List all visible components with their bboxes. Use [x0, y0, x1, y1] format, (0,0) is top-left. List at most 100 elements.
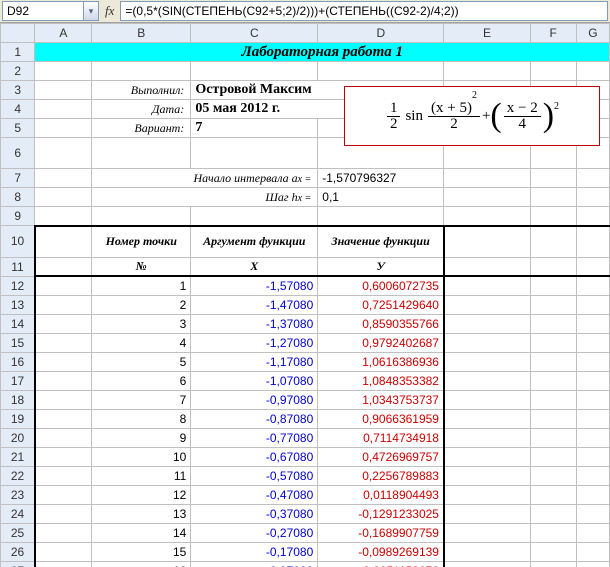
cell-x[interactable]: -0,57080	[191, 466, 318, 485]
cell[interactable]	[530, 390, 576, 409]
cell[interactable]	[444, 409, 530, 428]
row-header[interactable]: 17	[1, 371, 35, 390]
cell[interactable]	[530, 504, 576, 523]
cell-n[interactable]: 2	[92, 295, 191, 314]
cell[interactable]	[576, 561, 609, 567]
cell-y[interactable]: 0,9066361959	[318, 409, 444, 428]
row-header[interactable]: 3	[1, 81, 35, 100]
cell[interactable]	[444, 466, 530, 485]
cell[interactable]	[35, 523, 92, 542]
cell[interactable]	[35, 466, 92, 485]
cell-y[interactable]: 1,0616386936	[318, 352, 444, 371]
cell-n[interactable]: 1	[92, 276, 191, 295]
cell-y[interactable]: 0,7114734918	[318, 428, 444, 447]
header-y-sym[interactable]: У	[318, 257, 444, 276]
row-header[interactable]: 9	[1, 207, 35, 226]
cell[interactable]	[444, 523, 530, 542]
cell-x[interactable]: -0,17080	[191, 542, 318, 561]
cell[interactable]	[576, 409, 609, 428]
row-header[interactable]: 24	[1, 504, 35, 523]
row-header[interactable]: 6	[1, 138, 35, 169]
cell[interactable]	[576, 371, 609, 390]
cell-y[interactable]: 0,4726969757	[318, 447, 444, 466]
cell[interactable]	[35, 561, 92, 567]
row-header[interactable]: 19	[1, 409, 35, 428]
header-nomer[interactable]: Номер точки	[92, 226, 191, 258]
label-variant[interactable]: Вариант:	[92, 119, 191, 138]
cell[interactable]	[576, 485, 609, 504]
col-header-G[interactable]: G	[576, 24, 609, 43]
cell[interactable]	[576, 466, 609, 485]
cell-x[interactable]: -0,87080	[191, 409, 318, 428]
cell[interactable]	[576, 390, 609, 409]
cell[interactable]	[530, 333, 576, 352]
cell[interactable]	[35, 390, 92, 409]
cell-y[interactable]: 0,0118904493	[318, 485, 444, 504]
cell-y[interactable]: 0,9792402687	[318, 333, 444, 352]
row-header[interactable]: 5	[1, 119, 35, 138]
cell[interactable]	[576, 504, 609, 523]
cell-n[interactable]: 3	[92, 314, 191, 333]
row-header[interactable]: 7	[1, 169, 35, 188]
cell-x[interactable]: -1,57080	[191, 276, 318, 295]
cell-x[interactable]: -0,07080	[191, 561, 318, 567]
fx-label[interactable]: fx	[105, 3, 114, 19]
cell-x[interactable]: -0,67080	[191, 447, 318, 466]
cell-n[interactable]: 11	[92, 466, 191, 485]
row-header[interactable]: 13	[1, 295, 35, 314]
row-header[interactable]: 11	[1, 257, 35, 276]
cell-n[interactable]: 6	[92, 371, 191, 390]
row-header[interactable]: 16	[1, 352, 35, 371]
cell-x[interactable]: -1,07080	[191, 371, 318, 390]
lab-title[interactable]: Лабораторная работа 1	[35, 43, 610, 62]
cell-n[interactable]: 13	[92, 504, 191, 523]
cell-y[interactable]: -0,0989269139	[318, 542, 444, 561]
cell[interactable]	[444, 333, 530, 352]
select-all-corner[interactable]	[1, 24, 35, 43]
row-header[interactable]: 4	[1, 100, 35, 119]
cell[interactable]	[530, 314, 576, 333]
cell[interactable]	[444, 371, 530, 390]
cell-n[interactable]: 10	[92, 447, 191, 466]
row-header[interactable]: 8	[1, 188, 35, 207]
cell[interactable]	[444, 314, 530, 333]
row-header[interactable]: 14	[1, 314, 35, 333]
cell[interactable]	[35, 352, 92, 371]
cell[interactable]	[576, 523, 609, 542]
header-x-sym[interactable]: X	[191, 257, 318, 276]
cell[interactable]	[444, 352, 530, 371]
cell-n[interactable]: 5	[92, 352, 191, 371]
cell[interactable]	[530, 466, 576, 485]
cell[interactable]	[530, 523, 576, 542]
cell-y[interactable]: 0,6006072735	[318, 276, 444, 295]
row-header[interactable]: 23	[1, 485, 35, 504]
cell-n[interactable]: 12	[92, 485, 191, 504]
cell-x[interactable]: -1,37080	[191, 314, 318, 333]
cell-y[interactable]: 0,2256789883	[318, 466, 444, 485]
cell[interactable]	[35, 504, 92, 523]
cell-y[interactable]: 1,0343753737	[318, 390, 444, 409]
col-header-C[interactable]: C	[191, 24, 318, 43]
cell[interactable]	[35, 371, 92, 390]
cell-n[interactable]: 14	[92, 523, 191, 542]
cell[interactable]	[35, 447, 92, 466]
cell[interactable]	[444, 447, 530, 466]
cell[interactable]	[576, 314, 609, 333]
cell[interactable]	[530, 371, 576, 390]
cell-n[interactable]: 4	[92, 333, 191, 352]
header-val[interactable]: Значение функции	[318, 226, 444, 258]
row-header[interactable]: 27	[1, 561, 35, 567]
value-interval-start[interactable]: -1,570796327	[318, 169, 444, 188]
cell[interactable]	[576, 295, 609, 314]
cell[interactable]	[530, 428, 576, 447]
col-header-B[interactable]: B	[92, 24, 191, 43]
cell[interactable]	[444, 276, 530, 295]
value-step[interactable]: 0,1	[318, 188, 444, 207]
cell-n[interactable]: 9	[92, 428, 191, 447]
label-performed[interactable]: Выполнил:	[92, 81, 191, 100]
cell-x[interactable]: -0,97080	[191, 390, 318, 409]
cell[interactable]	[35, 314, 92, 333]
row-header[interactable]: 18	[1, 390, 35, 409]
row-header[interactable]: 12	[1, 276, 35, 295]
cell[interactable]	[35, 485, 92, 504]
